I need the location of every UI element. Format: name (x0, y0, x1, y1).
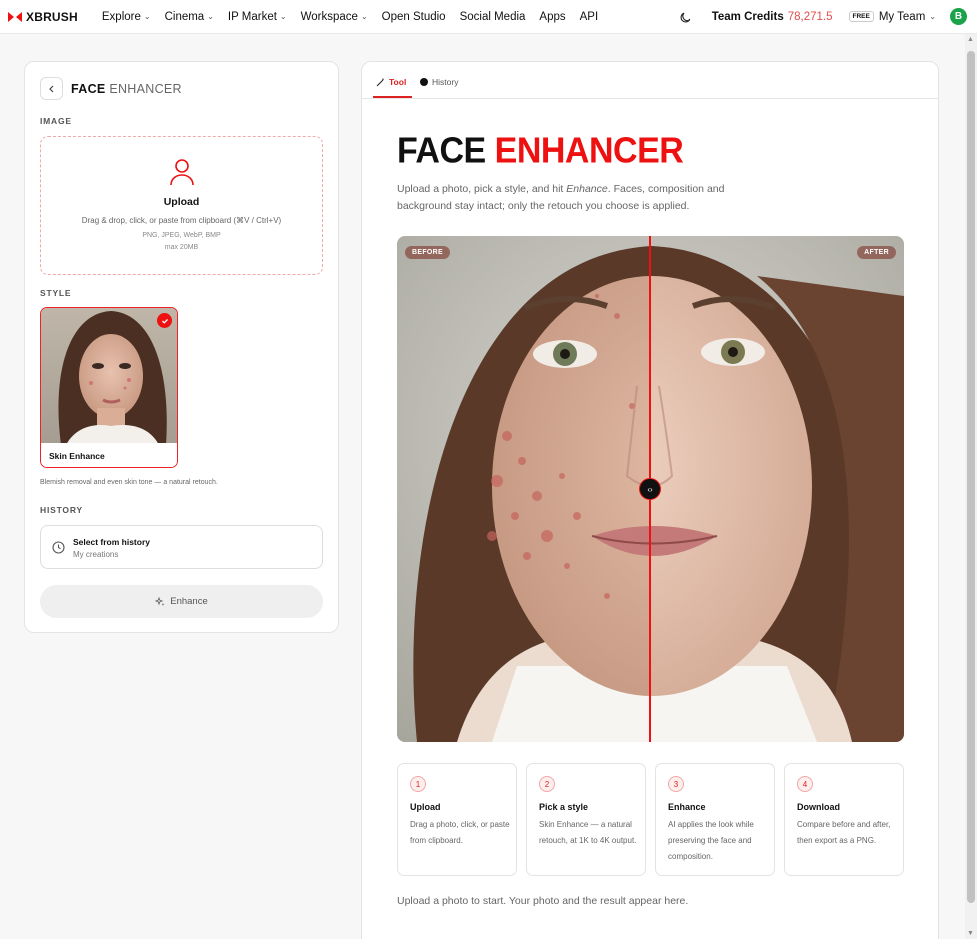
step-description: Drag a photo, click, or paste from clipb… (410, 820, 510, 845)
chevron-down-icon: ⌄ (360, 12, 368, 21)
nav-api[interactable]: API (580, 11, 599, 23)
upload-subtitle: Drag & drop, click, or paste from clipbo… (81, 216, 282, 225)
image-section-label: IMAGE (40, 116, 72, 126)
style-card-skin-enhance[interactable]: Skin Enhance (40, 307, 178, 468)
chevron-down-icon: ⌄ (143, 12, 151, 21)
nav-apps[interactable]: Apps (539, 11, 565, 23)
active-tab-indicator (373, 96, 412, 98)
step-number: 1 (410, 776, 426, 792)
upload-title: Upload (163, 196, 200, 208)
nav-workspace[interactable]: Workspace ⌄ (301, 11, 368, 23)
after-badge: AFTER (857, 246, 896, 259)
credits-value: 78,271.5 (787, 10, 833, 23)
step-number: 2 (539, 776, 555, 792)
step-card: 1 Upload Drag a photo, click, or paste f… (397, 763, 517, 876)
upload-max-size: max 20MB (164, 244, 199, 251)
avatar[interactable]: B (950, 8, 967, 25)
enhance-label: Enhance (170, 596, 208, 607)
tool-panel: FACE ENHANCER IMAGE Upload Drag & drop, … (24, 61, 339, 633)
history-subtitle: My creations (73, 550, 119, 559)
footer-note: Upload a photo to start. Your photo and … (397, 895, 689, 907)
history-title: Select from history (73, 537, 150, 547)
step-title: Pick a style (539, 802, 589, 812)
sparkle-icon (155, 596, 165, 606)
before-after-compare[interactable]: BEFORE AFTER ‹› (397, 236, 904, 742)
style-thumbnail-image (41, 308, 177, 445)
step-title: Upload (410, 802, 441, 812)
history-section-label: HISTORY (40, 505, 83, 515)
chevron-down-icon: ⌄ (929, 12, 936, 21)
chevron-left-icon (48, 85, 53, 92)
back-button[interactable] (40, 77, 63, 100)
clock-icon (52, 541, 65, 554)
selected-check-icon (157, 313, 172, 328)
nav-open-studio[interactable]: Open Studio (382, 11, 446, 23)
panel-title: FACE ENHANCER (71, 82, 182, 96)
step-number: 4 (797, 776, 813, 792)
credits-label: Team Credits (711, 10, 784, 23)
step-description: AI applies the look while preserving the… (668, 820, 754, 861)
steps-list: 1 Upload Drag a photo, click, or paste f… (397, 763, 904, 876)
tab-bar: Tool History (362, 62, 938, 99)
before-badge: BEFORE (405, 246, 450, 259)
logo-text: XBRUSH (26, 9, 78, 24)
step-number: 3 (668, 776, 684, 792)
step-title: Download (797, 802, 840, 812)
enhance-button[interactable]: Enhance (40, 585, 323, 618)
xbrush-logo-icon (8, 11, 22, 22)
style-section-label: STYLE (40, 288, 72, 298)
upload-dropzone[interactable]: Upload Drag & drop, click, or paste from… (40, 136, 323, 275)
plan-badge: FREE (848, 11, 874, 22)
nav-social-media[interactable]: Social Media (460, 11, 526, 23)
select-from-history-button[interactable]: Select from history My creations (40, 525, 323, 569)
nav-cinema[interactable]: Cinema ⌄ (165, 11, 214, 23)
step-card: 2 Pick a style Skin Enhance — a natural … (526, 763, 646, 876)
theme-toggle-moon-icon[interactable] (680, 11, 692, 23)
scrollbar-thumb[interactable] (967, 51, 975, 903)
chevron-down-icon: ⌄ (207, 12, 214, 21)
history-dot-icon (420, 78, 428, 86)
compare-drag-handle-icon[interactable]: ‹› (639, 478, 661, 500)
nav-ip-market[interactable]: IP Market ⌄ (228, 11, 287, 23)
user-icon (170, 159, 194, 186)
page-scrollbar[interactable]: ▲ ▼ (965, 34, 977, 939)
team-selector[interactable]: My Team ⌄ (879, 11, 936, 23)
style-description: Blemish removal and even skin tone — a n… (40, 479, 218, 486)
preview-panel: Tool History FACE ENHANCER Upload a phot… (361, 61, 939, 939)
chevron-down-icon: ⌄ (279, 12, 287, 21)
tab-tool[interactable]: Tool (376, 77, 406, 87)
tab-history[interactable]: History (420, 77, 458, 87)
nav-explore[interactable]: Explore ⌄ (102, 11, 151, 23)
hero-description: Upload a photo, pick a style, and hit En… (397, 183, 725, 212)
step-description: Compare before and after, then export as… (797, 820, 891, 845)
wand-icon (376, 78, 384, 86)
top-nav: XBRUSH Explore ⌄ Cinema ⌄ IP Market ⌄ Works… (0, 0, 977, 34)
logo[interactable]: XBRUSH (8, 10, 78, 24)
hero-title: FACE ENHANCER (397, 130, 684, 172)
step-title: Enhance (668, 802, 706, 812)
scroll-up-arrow-icon[interactable]: ▲ (967, 36, 974, 43)
step-card: 3 Enhance AI applies the look while pres… (655, 763, 775, 876)
step-card: 4 Download Compare before and after, the… (784, 763, 904, 876)
step-description: Skin Enhance — a natural retouch, at 1K … (539, 820, 637, 845)
scroll-down-arrow-icon[interactable]: ▼ (967, 930, 974, 937)
upload-formats: PNG, JPEG, WebP, BMP (142, 232, 221, 239)
style-card-name: Skin Enhance (41, 443, 177, 467)
